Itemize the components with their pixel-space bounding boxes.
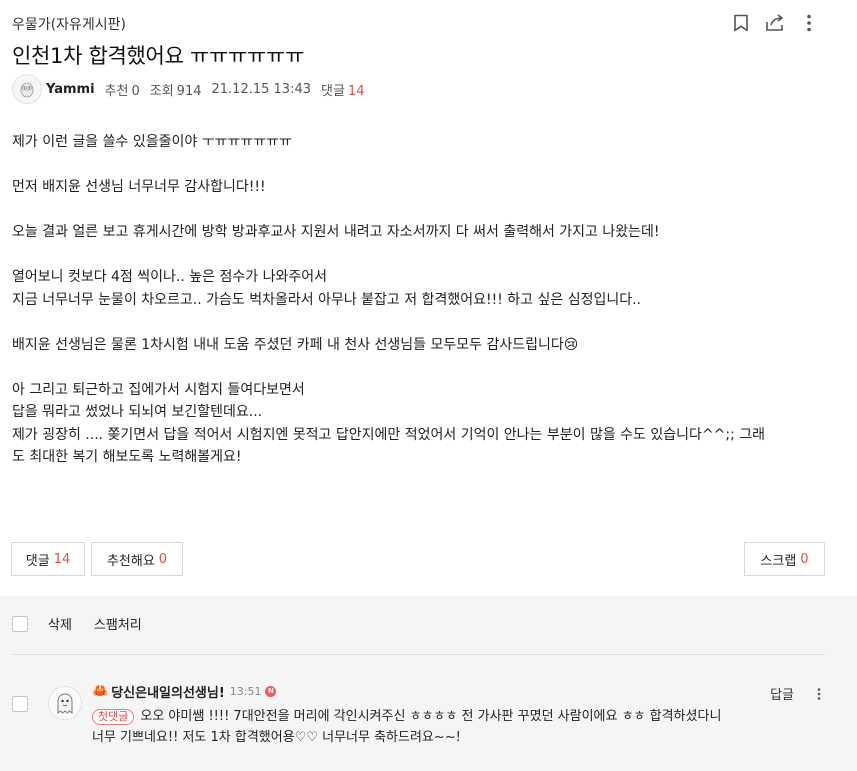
recommend-button-label: 추천해요 (106, 553, 155, 569)
views-count: 914 (176, 83, 202, 99)
comments-count: 14 (347, 83, 365, 99)
post-title: 인천1차 합격했어요 ㅠㅠㅠㅠㅠㅠ (12, 44, 305, 68)
views-label: 조회 (149, 83, 174, 99)
new-badge: N (265, 685, 277, 697)
comment-checkbox[interactable] (12, 696, 28, 712)
divider (12, 654, 825, 655)
scrap-button[interactable]: 스크랩 0 (744, 542, 825, 576)
content-line: 지금 너무너무 눈물이 차오르고.. 가슴도 벅차올라서 아무나 붙잡고 저 합… (12, 291, 641, 308)
content-line: 오늘 결과 얼른 보고 휴게시간에 방학 방과후교사 지원서 내려고 자소서까지… (12, 224, 660, 240)
recommend-meta: 추천 0 (105, 80, 140, 99)
content-line: 먼저 배지윤 선생님 너무너무 감사합니다!!! (12, 179, 266, 195)
content-line (12, 244, 842, 267)
board-link[interactable]: 우물가(자유게시판) (12, 14, 126, 34)
post-datetime: 21.12.15 13:43 (211, 81, 312, 97)
post-toolbar (731, 12, 819, 34)
content-line (12, 311, 842, 334)
recommend-button-count: 0 (158, 551, 168, 567)
comment-time: 13:51 (229, 684, 262, 698)
content-line: 답을 뭐라고 썼었나 되뇌여 보긴할텐데요... (12, 404, 263, 420)
content-line: 아 그리고 퇴근하고 집에가서 시험지 들여다보면서 (12, 381, 305, 398)
comments-label: 댓글 (321, 83, 345, 99)
comment-more-icon[interactable] (814, 687, 824, 700)
comment-text: 첫댓글 오오 야미쌤 !!!! 7대안전을 머리에 각인시켜주신 ㅎㅎㅎㅎ 전 가… (92, 706, 732, 748)
comments-section: 삭제 스팸처리 🦀 당신은내일의선생님! 13:51 N 첫댓글 오오 야미쌤 !… (0, 596, 857, 771)
owl-avatar-icon[interactable] (12, 74, 42, 104)
content-line: 도 최대한 복기 해보도록 노력해볼게요! (12, 449, 242, 465)
content-line (12, 356, 842, 379)
post-author[interactable]: Yammi (46, 82, 95, 97)
post-meta: Yammi 추천 0 조회 914 21.12.15 13:43 댓글 14 (12, 74, 374, 104)
comments-button-label: 댓글 (25, 553, 50, 569)
views-meta: 조회 914 (150, 80, 202, 99)
scrap-button-label: 스크랩 (760, 553, 797, 569)
delete-button[interactable]: 삭제 (48, 614, 72, 633)
ghost-avatar-icon[interactable] (48, 686, 82, 720)
comments-button-count: 14 (53, 551, 71, 567)
comments-button[interactable]: 댓글 14 (11, 542, 85, 576)
share-icon[interactable] (765, 12, 785, 34)
comment-body: 🦀 당신은내일의선생님! 13:51 N 첫댓글 오오 야미쌤 !!!! 7대안전… (92, 680, 732, 748)
comment-text-content: 오오 야미쌤 !!!! 7대안전을 머리에 각인시켜주신 ㅎㅎㅎㅎ 전 가사판 … (92, 709, 722, 745)
bookmark-icon[interactable] (731, 12, 751, 34)
content-line: 배지윤 선생님은 물론 1차시험 내내 도움 주셨던 카페 내 천사 선생님들 … (12, 336, 579, 353)
content-line: 제가 이런 글을 쓸수 있을줄이야 ㅜㅠㅠㅠㅠㅠㅠ (12, 134, 292, 150)
scrap-button-count: 0 (800, 551, 809, 567)
content-line (12, 154, 842, 177)
content-line (12, 199, 842, 222)
recommend-label: 추천 (104, 83, 129, 99)
content-line: 열어보니 컷보다 4점 씩이나.. 높은 점수가 나와주어서 (12, 269, 327, 285)
select-all-checkbox[interactable] (12, 615, 28, 632)
comment-header: 🦀 당신은내일의선생님! 13:51 N (92, 680, 732, 702)
spam-button[interactable]: 스팸처리 (94, 614, 142, 633)
content-line: 제가 굉장히 .... 쫒기면서 답을 적어서 시험지엔 못적고 답안지에만 적… (12, 426, 766, 443)
reply-button[interactable]: 답글 (770, 684, 794, 703)
crab-emoji-icon: 🦀 (92, 683, 109, 699)
comment-author[interactable]: 당신은내일의선생님! (111, 682, 225, 701)
admin-bar: 삭제 스팸처리 (12, 614, 142, 633)
recommend-button[interactable]: 추천해요 0 (91, 542, 183, 576)
first-comment-badge: 첫댓글 (92, 709, 135, 725)
recommend-count: 0 (131, 83, 140, 99)
post-content: 제가 이런 글을 쓸수 있을줄이야 ㅜㅠㅠㅠㅠㅠㅠ 먼저 배지윤 선생님 너무너… (12, 131, 842, 469)
comments-meta[interactable]: 댓글 14 (321, 80, 364, 99)
more-vertical-icon[interactable] (799, 12, 819, 34)
comment-actions: 답글 (770, 684, 824, 703)
